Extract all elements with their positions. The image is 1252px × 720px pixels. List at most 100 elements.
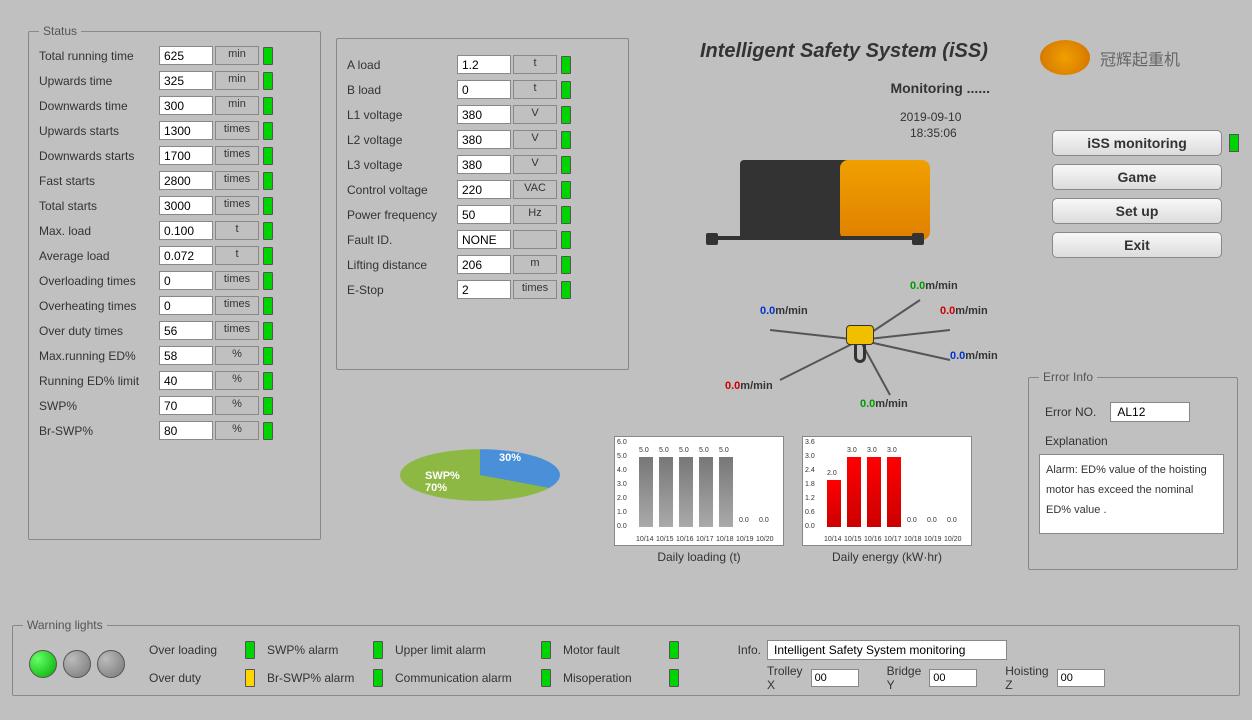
error-no-field[interactable]	[1110, 402, 1190, 422]
status-row: Running ED% limit %	[39, 371, 310, 390]
status-value[interactable]	[159, 296, 213, 315]
reading-value[interactable]	[457, 155, 511, 174]
status-value[interactable]	[159, 421, 213, 440]
status-row: Fast starts times	[39, 171, 310, 190]
status-light	[263, 197, 273, 215]
reading-value[interactable]	[457, 55, 511, 74]
reading-light	[561, 106, 571, 124]
status-light	[263, 222, 273, 240]
reading-unit: V	[513, 130, 557, 149]
reading-row: Power frequency Hz	[347, 205, 618, 224]
daily-loading-chart: 0.01.02.03.04.05.06.05.010/145.010/155.0…	[614, 436, 784, 564]
status-row: Max.running ED% %	[39, 346, 310, 365]
explanation-box: Alarm: ED% value of the hoisting motor h…	[1039, 454, 1224, 534]
status-unit: times	[215, 121, 259, 140]
status-value[interactable]	[159, 396, 213, 415]
status-value[interactable]	[159, 146, 213, 165]
warn-swp-light	[373, 641, 383, 659]
status-unit: times	[215, 271, 259, 290]
led-grey1	[63, 650, 91, 678]
bridge-label: Bridge Y	[887, 664, 922, 692]
reading-label: Control voltage	[347, 183, 457, 197]
reading-value[interactable]	[457, 205, 511, 224]
status-unit: times	[215, 146, 259, 165]
status-label: Upwards time	[39, 74, 159, 88]
error-info-panel: Error Info Error NO. Explanation Alarm: …	[1028, 370, 1238, 570]
reading-row: E-Stop times	[347, 280, 618, 299]
hoist-field[interactable]	[1057, 669, 1105, 687]
warn-comm-label: Communication alarm	[395, 671, 535, 685]
reading-label: L2 voltage	[347, 133, 457, 147]
status-row: Average load t	[39, 246, 310, 265]
iss-monitoring-button[interactable]: iSS monitoring	[1052, 130, 1222, 156]
nav-buttons: iSS monitoring Game Set up Exit	[1052, 130, 1222, 266]
status-unit: %	[215, 421, 259, 440]
reading-label: Power frequency	[347, 208, 457, 222]
status-light	[263, 397, 273, 415]
status-value[interactable]	[159, 271, 213, 290]
warn-overloading-label: Over loading	[149, 643, 239, 657]
brand-area: 冠辉起重机	[1040, 40, 1180, 75]
reading-unit: VAC	[513, 180, 557, 199]
pie-chart: SWP%70% 30%	[395, 420, 565, 530]
reading-light	[561, 206, 571, 224]
logo-icon	[1040, 40, 1090, 75]
reading-unit: t	[513, 80, 557, 99]
status-light	[263, 272, 273, 290]
status-row: Upwards starts times	[39, 121, 310, 140]
info-field[interactable]	[767, 640, 1007, 660]
reading-value[interactable]	[457, 80, 511, 99]
status-value[interactable]	[159, 371, 213, 390]
exit-button[interactable]: Exit	[1052, 232, 1222, 258]
status-label: Max. load	[39, 224, 159, 238]
explanation-label: Explanation	[1045, 434, 1227, 448]
status-unit: t	[215, 246, 259, 265]
status-label: Br-SWP%	[39, 424, 159, 438]
reading-label: L1 voltage	[347, 108, 457, 122]
reading-value[interactable]	[457, 230, 511, 249]
status-value[interactable]	[159, 71, 213, 90]
reading-value[interactable]	[457, 280, 511, 299]
reading-row: Control voltage VAC	[347, 180, 618, 199]
setup-button[interactable]: Set up	[1052, 198, 1222, 224]
reading-label: A load	[347, 58, 457, 72]
monitoring-subtitle: Monitoring ......	[830, 80, 990, 96]
reading-unit: V	[513, 155, 557, 174]
status-value[interactable]	[159, 96, 213, 115]
status-light	[263, 47, 273, 65]
status-value[interactable]	[159, 321, 213, 340]
daily-energy-chart: 0.00.61.21.82.43.03.62.010/143.010/153.0…	[802, 436, 972, 564]
reading-light	[561, 256, 571, 274]
status-unit: times	[215, 321, 259, 340]
status-value[interactable]	[159, 171, 213, 190]
reading-value[interactable]	[457, 255, 511, 274]
status-value[interactable]	[159, 246, 213, 265]
warn-overloading-light	[245, 641, 255, 659]
status-value[interactable]	[159, 46, 213, 65]
trolley-field[interactable]	[811, 669, 859, 687]
reading-value[interactable]	[457, 105, 511, 124]
reading-row: L3 voltage V	[347, 155, 618, 174]
status-value[interactable]	[159, 221, 213, 240]
reading-row: L2 voltage V	[347, 130, 618, 149]
reading-value[interactable]	[457, 130, 511, 149]
page-title: Intelligent Safety System (iSS)	[700, 40, 988, 63]
reading-unit: Hz	[513, 205, 557, 224]
bridge-field[interactable]	[929, 669, 977, 687]
status-value[interactable]	[159, 196, 213, 215]
reading-label: Lifting distance	[347, 258, 457, 272]
warn-motor-label: Motor fault	[563, 643, 663, 657]
status-label: SWP%	[39, 399, 159, 413]
reading-light	[561, 281, 571, 299]
hook-icon	[854, 345, 866, 363]
reading-unit: m	[513, 255, 557, 274]
reading-row: L1 voltage V	[347, 105, 618, 124]
reading-value[interactable]	[457, 180, 511, 199]
reading-light	[561, 181, 571, 199]
error-no-label: Error NO.	[1045, 405, 1096, 419]
status-value[interactable]	[159, 121, 213, 140]
status-value[interactable]	[159, 346, 213, 365]
status-panel: Status Total running time min Upwards ti…	[28, 24, 321, 540]
game-button[interactable]: Game	[1052, 164, 1222, 190]
status-light	[263, 147, 273, 165]
